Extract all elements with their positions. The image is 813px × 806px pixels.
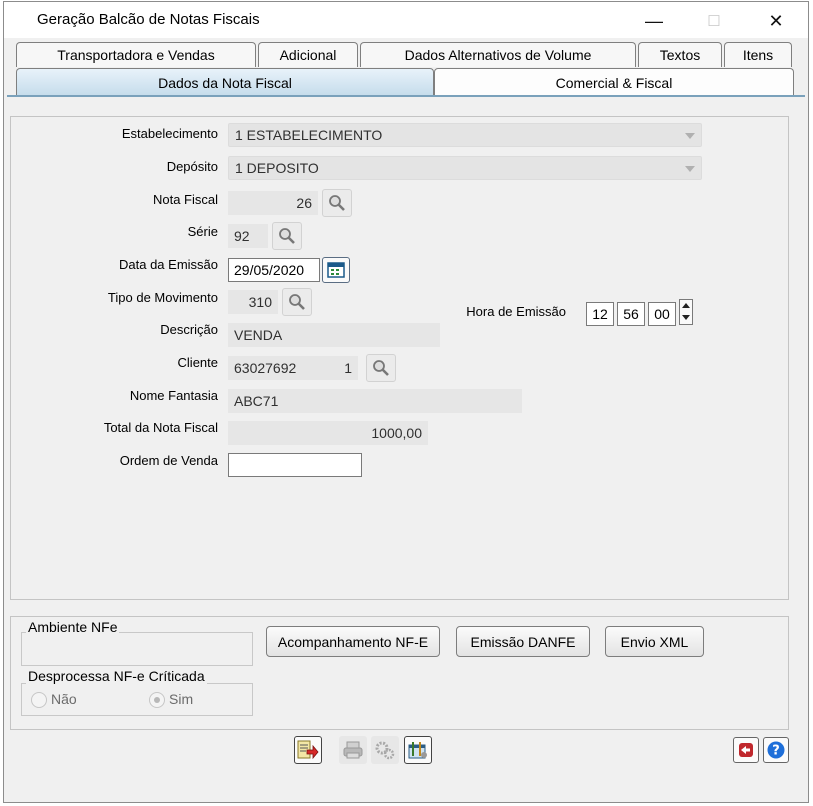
maximize-button[interactable]: ☐ <box>692 8 736 34</box>
desprocessa-title: Desprocessa NF-e Críticada <box>26 668 207 684</box>
minimize-button[interactable]: — <box>632 8 676 34</box>
print-icon <box>343 741 363 759</box>
cliente-seq-field[interactable]: 1 <box>308 356 358 380</box>
estabelecimento-label: Estabelecimento <box>121 126 218 141</box>
estabelecimento-select[interactable]: 1 ESTABELECIMENTO <box>228 123 702 147</box>
nota-fiscal-lookup-button[interactable] <box>322 189 352 217</box>
close-button[interactable]: ✕ <box>754 8 798 34</box>
hora-minute-field[interactable]: 56 <box>617 302 645 326</box>
chevron-down-icon <box>685 133 695 139</box>
hora-emissao-label: Hora de Emissão <box>466 304 566 319</box>
calendar-button[interactable] <box>322 257 350 283</box>
tab-underline <box>7 95 805 97</box>
ambiente-nfe-title: Ambiente NFe <box>26 619 120 635</box>
tools-icon <box>408 742 427 759</box>
descricao-label: Descrição <box>160 322 218 337</box>
exit-button[interactable] <box>733 737 759 763</box>
hora-second-field[interactable]: 00 <box>648 302 676 326</box>
serie-field[interactable]: 92 <box>228 224 268 248</box>
serie-label: Série <box>187 224 218 239</box>
radio-sim[interactable] <box>149 692 165 708</box>
emissao-danfe-button[interactable]: Emissão DANFE <box>456 626 590 657</box>
tab-dados-alternativos-volume[interactable]: Dados Alternativos de Volume <box>360 42 636 67</box>
estabelecimento-value: 1 ESTABELECIMENTO <box>235 127 383 143</box>
envio-xml-button[interactable]: Envio XML <box>605 626 704 657</box>
nome-fantasia-field[interactable]: ABC71 <box>228 389 522 413</box>
acompanhamento-nfe-button[interactable]: Acompanhamento NF-E <box>266 626 440 657</box>
nota-fiscal-label: Nota Fiscal <box>152 192 218 207</box>
tab-itens[interactable]: Itens <box>724 42 792 67</box>
deposito-select[interactable]: 1 DEPOSITO <box>228 156 702 180</box>
spin-down-icon[interactable] <box>682 315 690 320</box>
nome-fantasia-label: Nome Fantasia <box>129 388 218 403</box>
data-emissao-label: Data da Emissão <box>119 257 218 272</box>
magnifier-icon <box>329 195 345 211</box>
radio-sim-label: Sim <box>169 691 194 707</box>
calendar-icon <box>327 262 345 278</box>
ambiente-nfe-group <box>21 632 253 666</box>
help-button[interactable]: ? <box>763 737 789 763</box>
deposito-value: 1 DEPOSITO <box>235 160 319 176</box>
hora-hour-field[interactable]: 12 <box>586 302 614 326</box>
deposito-label: Depósito <box>166 159 218 174</box>
settings-gears-icon <box>375 741 395 760</box>
tab-textos[interactable]: Textos <box>638 42 722 67</box>
magnifier-icon <box>289 294 305 310</box>
spin-up-icon[interactable] <box>682 303 690 308</box>
magnifier-icon <box>279 228 295 244</box>
cliente-label: Cliente <box>177 355 218 370</box>
tipo-movimento-field[interactable]: 310 <box>228 290 278 314</box>
chevron-down-icon <box>685 166 695 172</box>
export-icon <box>297 740 319 760</box>
ordem-venda-field[interactable] <box>228 453 362 477</box>
cliente-lookup-button[interactable] <box>366 354 396 382</box>
exit-icon <box>739 743 753 757</box>
radio-nao-label: Não <box>51 691 77 707</box>
ordem-venda-label: Ordem de Venda <box>119 453 218 468</box>
print-button[interactable] <box>339 736 367 764</box>
window-title: Geração Balcão de Notas Fiscais <box>37 11 260 28</box>
serie-lookup-button[interactable] <box>272 222 302 250</box>
nota-fiscal-field[interactable]: 26 <box>228 191 318 215</box>
title-bar: Geração Balcão de Notas Fiscais — ☐ ✕ <box>4 2 808 38</box>
data-emissao-field[interactable]: 29/05/2020 <box>228 258 320 282</box>
main-window: Geração Balcão de Notas Fiscais — ☐ ✕ Tr… <box>3 1 809 803</box>
tools-button[interactable] <box>404 736 432 764</box>
tab-comercial-fiscal[interactable]: Comercial & Fiscal <box>434 68 794 96</box>
tipo-movimento-lookup-button[interactable] <box>282 288 312 316</box>
tipo-movimento-label: Tipo de Movimento <box>107 290 218 305</box>
svg-text:?: ? <box>772 744 780 759</box>
cliente-code-field[interactable]: 63027692 <box>228 356 308 380</box>
radio-nao[interactable] <box>31 692 47 708</box>
tab-dados-nota-fiscal[interactable]: Dados da Nota Fiscal <box>16 68 434 96</box>
help-icon: ? <box>767 741 785 759</box>
magnifier-icon <box>373 360 389 376</box>
total-nota-label: Total da Nota Fiscal <box>103 420 218 435</box>
tab-adicional[interactable]: Adicional <box>258 42 358 67</box>
hora-spinner[interactable] <box>679 299 693 325</box>
descricao-field[interactable]: VENDA <box>228 323 440 347</box>
tab-transportadora-vendas[interactable]: Transportadora e Vendas <box>16 42 256 67</box>
total-nota-field[interactable]: 1000,00 <box>228 421 428 445</box>
export-button[interactable] <box>294 736 322 764</box>
settings-button[interactable] <box>371 736 399 764</box>
